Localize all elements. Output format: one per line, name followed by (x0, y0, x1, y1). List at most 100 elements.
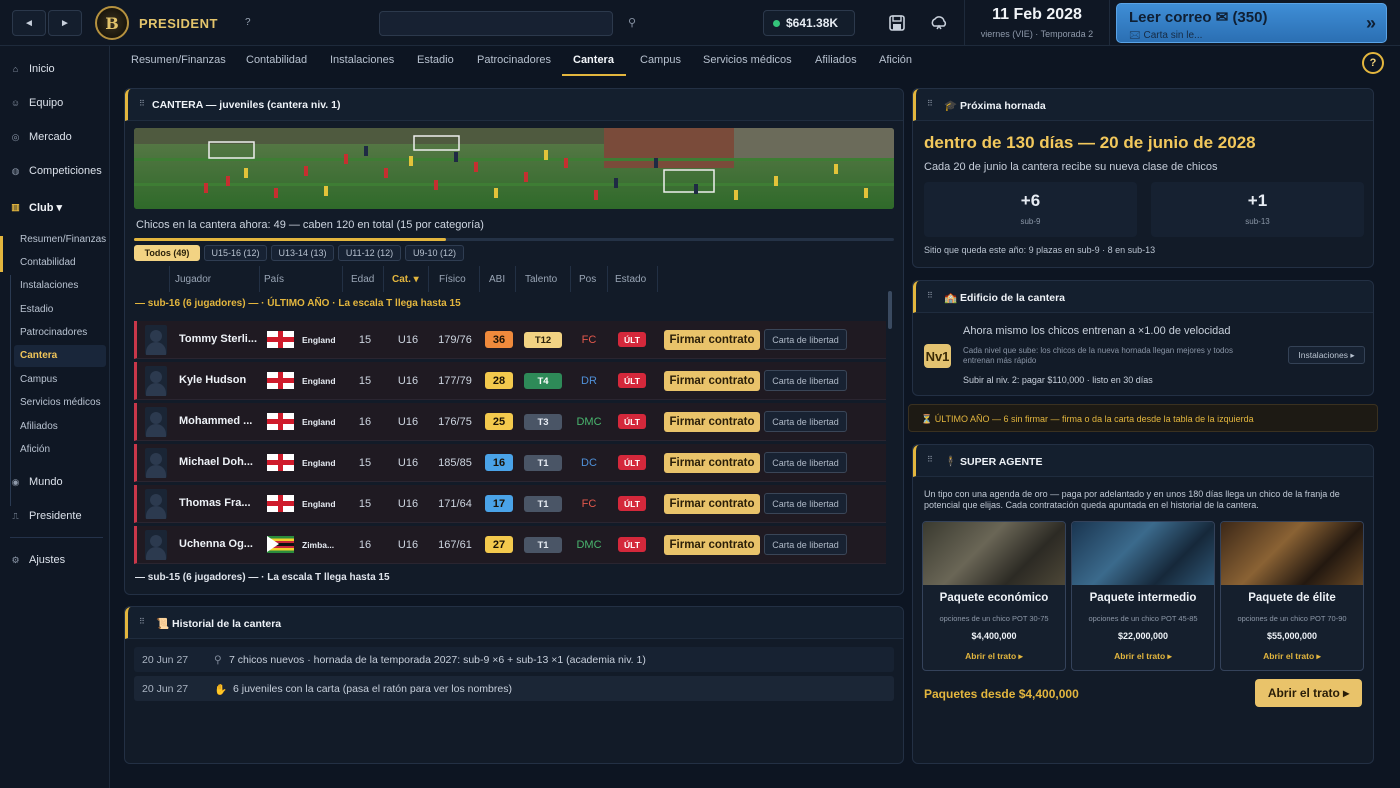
sidebar-sub-afiliados[interactable]: Afiliados (20, 421, 58, 432)
tab-resumen[interactable]: Resumen/Finanzas (131, 54, 226, 66)
sign-contract-button[interactable]: Firmar contrato (664, 330, 760, 350)
table-scrollbar[interactable] (888, 291, 892, 329)
filter-todos[interactable]: Todos (49) (134, 245, 200, 261)
sidebar-sub-aficion[interactable]: Afición (20, 444, 50, 455)
tab-cantera[interactable]: Cantera (573, 54, 614, 66)
col-fisico[interactable]: Físico (439, 274, 466, 285)
filter-u13-14[interactable]: U13-14 (13) (271, 245, 334, 261)
search-input[interactable] (379, 11, 613, 36)
tab-underline (562, 74, 626, 76)
filter-u9-10[interactable]: U9-10 (12) (405, 245, 464, 261)
sidebar-sub-instalaciones[interactable]: Instalaciones (20, 280, 78, 291)
drag-icon[interactable]: ⠿ (139, 99, 145, 108)
country-name: England (302, 376, 336, 386)
sidebar-item-mundo[interactable]: ◉ Mundo (10, 476, 63, 488)
col-pais[interactable]: País (264, 274, 284, 285)
release-letter-button[interactable]: Carta de libertad (764, 411, 847, 432)
open-deal-link[interactable]: Abrir el trato ▸ (923, 651, 1065, 662)
player-name[interactable]: Mohammed ... (179, 415, 259, 427)
sidebar-sub-resumen[interactable]: Resumen/Finanzas (20, 234, 106, 245)
table-row[interactable]: Kyle Hudson England 15 U16 177/79 28 T4 DR ÚLT Fi… (134, 362, 886, 400)
save-icon[interactable] (888, 14, 906, 32)
tab-estadio[interactable]: Estadio (417, 54, 454, 66)
tab-servicios[interactable]: Servicios médicos (703, 54, 792, 66)
back-button[interactable]: ◄ (12, 10, 46, 36)
drag-icon[interactable]: ⠿ (927, 455, 933, 464)
player-name[interactable]: Uchenna Og... (179, 538, 259, 550)
col-abi[interactable]: ABI (489, 274, 505, 285)
open-deal-button[interactable]: Abrir el trato ▸ (1255, 679, 1362, 707)
sidebar-sub-estadio[interactable]: Estadio (20, 304, 53, 315)
col-cat[interactable]: Cat. ▾ (392, 274, 419, 285)
sidebar-sub-campus[interactable]: Campus (20, 374, 57, 385)
sign-contract-button[interactable]: Firmar contrato (664, 412, 760, 432)
date-panel[interactable]: 11 Feb 2028 viernes (VIE) · Temporada 2 (964, 0, 1110, 46)
sidebar-sub-patrocinadores[interactable]: Patrocinadores (20, 327, 87, 338)
release-letter-button[interactable]: Carta de libertad (764, 452, 847, 473)
tab-instalaciones[interactable]: Instalaciones (330, 54, 394, 66)
sign-contract-button[interactable]: Firmar contrato (664, 371, 760, 391)
column-divider (570, 266, 571, 292)
sign-contract-button[interactable]: Firmar contrato (664, 535, 760, 555)
tab-contabilidad[interactable]: Contabilidad (246, 54, 307, 66)
release-letter-button[interactable]: Carta de libertad (764, 329, 847, 350)
col-jugador[interactable]: Jugador (175, 274, 211, 285)
category-cell: U16 (397, 539, 419, 551)
sync-icon[interactable] (930, 14, 948, 32)
sidebar-item-club[interactable]: ▥ Club ▾ (10, 201, 62, 214)
history-row[interactable]: 20 Jun 27 ✋ 6 juveniles con la carta (pa… (134, 676, 894, 701)
player-name[interactable]: Thomas Fra... (179, 497, 259, 509)
sidebar-sub-servicios[interactable]: Servicios médicos (20, 397, 101, 408)
sidebar-item-ajustes[interactable]: ⚙ Ajustes (10, 554, 65, 566)
filter-u11-12[interactable]: U11-12 (12) (338, 245, 401, 261)
sidebar-sub-cantera[interactable]: Cantera (14, 345, 106, 367)
sidebar-item-equipo[interactable]: ☺ Equipo (10, 97, 63, 109)
sidebar-item-presidente[interactable]: ⎍ Presidente (10, 510, 81, 522)
release-letter-button[interactable]: Carta de libertad (764, 370, 847, 391)
position-cell: FC (581, 334, 597, 346)
sidebar-sub-contabilidad[interactable]: Contabilidad (20, 257, 76, 268)
forward-button[interactable]: ► (48, 10, 82, 36)
facilities-button[interactable]: Instalaciones ▸ (1288, 346, 1365, 364)
sidebar-item-competiciones[interactable]: ◍ Competiciones (10, 165, 102, 177)
col-estado[interactable]: Estado (615, 274, 646, 285)
help-button[interactable]: ? (1362, 52, 1384, 74)
col-talento[interactable]: Talento (525, 274, 557, 285)
package-card-intermedio[interactable]: Paquete intermedio opciones de un chico … (1071, 521, 1215, 671)
read-mail-button[interactable]: Leer correo ✉ (350) 🖂 Carta sin le... » (1116, 3, 1387, 43)
table-row[interactable]: Uchenna Og... Zimba... 16 U16 167/61 27 T1 DMC Ú… (134, 526, 886, 564)
release-letter-button[interactable]: Carta de libertad (764, 493, 847, 514)
tab-campus[interactable]: Campus (640, 54, 681, 66)
help-link[interactable]: ? (245, 17, 251, 28)
tab-patrocinadores[interactable]: Patrocinadores (477, 54, 551, 66)
player-name[interactable]: Kyle Hudson (179, 374, 259, 386)
sign-contract-button[interactable]: Firmar contrato (664, 494, 760, 514)
drag-icon[interactable]: ⠿ (927, 291, 933, 300)
sidebar-item-mercado[interactable]: ◎ Mercado (10, 131, 72, 143)
position-cell: FC (581, 498, 597, 510)
open-deal-link[interactable]: Abrir el trato ▸ (1221, 651, 1363, 662)
tab-aficion[interactable]: Afición (879, 54, 912, 66)
table-row[interactable]: Thomas Fra... England 15 U16 171/64 17 T1 FC ÚLT… (134, 485, 886, 523)
sign-contract-button[interactable]: Firmar contrato (664, 453, 760, 473)
player-name[interactable]: Tommy Sterli... (179, 333, 259, 345)
col-pos[interactable]: Pos (579, 274, 596, 285)
search-icon[interactable]: ⚲ (628, 16, 636, 29)
player-name[interactable]: Michael Doh... (179, 456, 259, 468)
filter-u15-16[interactable]: U15-16 (12) (204, 245, 267, 261)
table-row[interactable]: Tommy Sterli... England 15 U16 179/76 36 T12 FC… (134, 321, 886, 359)
tab-afiliados[interactable]: Afiliados (815, 54, 857, 66)
table-row[interactable]: Michael Doh... England 15 U16 185/85 16 T1 DC ÚL… (134, 444, 886, 482)
package-card-elite[interactable]: Paquete de élite opciones de un chico PO… (1220, 521, 1364, 671)
training-speed: Ahora mismo los chicos entrenan a ×1.00 … (963, 325, 1231, 337)
release-letter-button[interactable]: Carta de libertad (764, 534, 847, 555)
col-edad[interactable]: Edad (351, 274, 374, 285)
drag-icon[interactable]: ⠿ (927, 99, 933, 108)
drag-icon[interactable]: ⠿ (139, 617, 145, 626)
gear-icon: ⚙ (11, 554, 20, 565)
cantera-title: CANTERA — juveniles (cantera niv. 1) (152, 99, 341, 111)
sidebar-item-inicio[interactable]: ⌂ Inicio (10, 63, 55, 75)
package-card-economico[interactable]: Paquete económico opciones de un chico P… (922, 521, 1066, 671)
open-deal-link[interactable]: Abrir el trato ▸ (1072, 651, 1214, 662)
table-row[interactable]: Mohammed ... England 16 U16 176/75 25 T3 DMC ÚLT… (134, 403, 886, 441)
